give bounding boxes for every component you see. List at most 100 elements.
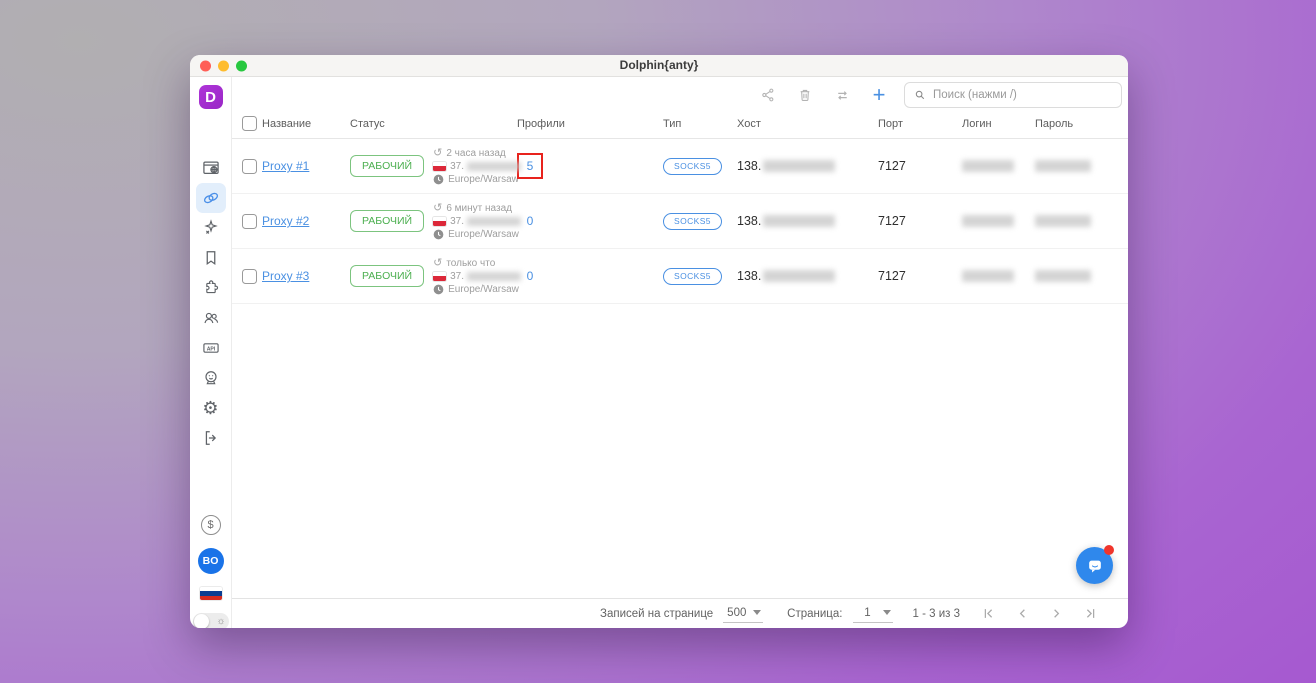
last-page-button[interactable] bbox=[1078, 602, 1102, 626]
timezone-clock-icon bbox=[433, 174, 444, 185]
host-prefix: 138. bbox=[737, 159, 761, 173]
proxy-type-badge: SOCKS5 bbox=[663, 268, 722, 285]
password-blurred bbox=[1035, 160, 1091, 172]
chevron-down-icon bbox=[753, 610, 761, 615]
profiles-count-link[interactable]: 5 bbox=[527, 159, 534, 173]
russia-flag-icon[interactable] bbox=[200, 587, 222, 600]
automation-icon bbox=[201, 218, 221, 238]
row-checkbox[interactable] bbox=[242, 214, 257, 229]
proxy-name-link[interactable]: Proxy #3 bbox=[262, 269, 309, 283]
last-check-time: 2 часа назад bbox=[446, 148, 505, 159]
column-header-host[interactable]: Хост bbox=[737, 118, 878, 130]
theme-toggle[interactable]: ☼ bbox=[193, 613, 229, 628]
ip-blurred bbox=[467, 272, 521, 281]
next-page-button[interactable] bbox=[1044, 602, 1068, 626]
per-page-label: Записей на странице bbox=[600, 608, 713, 620]
theme-toggle-knob bbox=[194, 614, 209, 628]
chat-widget-button[interactable] bbox=[1076, 547, 1113, 584]
sidebar-item-proxies[interactable] bbox=[196, 183, 226, 213]
proxy-type-badge: SOCKS5 bbox=[663, 158, 722, 175]
ip-blurred bbox=[467, 217, 521, 226]
profiles-count-link[interactable]: 0 bbox=[527, 269, 534, 283]
table-row: Proxy #1 РАБОЧИЙ ↺ 2 часа назад 37. Euro… bbox=[232, 139, 1128, 194]
status-badge: РАБОЧИЙ bbox=[350, 155, 424, 177]
table-row: Proxy #3 РАБОЧИЙ ↺ только что 37. Europe… bbox=[232, 249, 1128, 304]
chevron-left-icon bbox=[1015, 606, 1030, 621]
poland-flag-icon bbox=[433, 162, 446, 171]
chevron-down-icon bbox=[883, 610, 891, 615]
per-page-select[interactable]: 500 bbox=[723, 605, 763, 623]
column-header-profiles[interactable]: Профили bbox=[517, 118, 663, 130]
window-title: Dolphin{anty} bbox=[190, 55, 1128, 76]
browser-profiles-icon bbox=[201, 158, 221, 178]
timezone-clock-icon bbox=[433, 284, 444, 295]
share-button[interactable] bbox=[756, 83, 780, 107]
column-header-name[interactable]: Название bbox=[262, 118, 350, 130]
column-header-type[interactable]: Тип bbox=[663, 118, 737, 130]
minimize-window-button[interactable] bbox=[218, 60, 229, 71]
column-header-login[interactable]: Логин bbox=[962, 118, 1035, 130]
sidebar-item-team[interactable] bbox=[196, 303, 226, 333]
history-icon: ↺ bbox=[433, 203, 442, 214]
proxy-name-link[interactable]: Proxy #1 bbox=[262, 159, 309, 173]
port: 7127 bbox=[878, 269, 906, 283]
row-checkbox[interactable] bbox=[242, 159, 257, 174]
port: 7127 bbox=[878, 159, 906, 173]
ip-blurred bbox=[467, 162, 521, 171]
bookmarks-icon bbox=[201, 248, 221, 268]
login-blurred bbox=[962, 270, 1014, 282]
poland-flag-icon bbox=[433, 272, 446, 281]
column-header-status[interactable]: Статус bbox=[350, 118, 517, 130]
search-box[interactable] bbox=[904, 82, 1122, 108]
maximize-window-button[interactable] bbox=[236, 60, 247, 71]
delete-button[interactable] bbox=[793, 83, 817, 107]
team-icon bbox=[201, 308, 221, 328]
select-all-checkbox[interactable] bbox=[242, 116, 257, 131]
sidebar: D bbox=[190, 77, 232, 628]
sidebar-item-logout[interactable] bbox=[196, 423, 226, 453]
notification-dot bbox=[1104, 545, 1114, 555]
proxy-icon bbox=[201, 188, 221, 208]
page-select[interactable]: 1 bbox=[853, 605, 893, 623]
page-label: Страница: bbox=[787, 608, 842, 620]
chat-bubble-icon bbox=[1085, 556, 1105, 576]
sidebar-item-browser-profiles[interactable] bbox=[196, 153, 226, 183]
close-window-button[interactable] bbox=[200, 60, 211, 71]
history-icon: ↺ bbox=[433, 148, 442, 159]
first-page-button[interactable] bbox=[976, 602, 1000, 626]
table-header: Название Статус Профили Тип Хост Порт Ло… bbox=[232, 109, 1128, 139]
avatar[interactable]: BO bbox=[198, 548, 224, 574]
toolbar: + bbox=[232, 77, 1128, 109]
sidebar-item-settings[interactable]: ⚙ bbox=[196, 393, 226, 423]
search-icon bbox=[913, 88, 927, 102]
sidebar-item-automation[interactable] bbox=[196, 213, 226, 243]
add-proxy-button[interactable]: + bbox=[867, 83, 891, 107]
balance-icon[interactable]: $ bbox=[201, 515, 221, 535]
poland-flag-icon bbox=[433, 217, 446, 226]
column-header-port[interactable]: Порт bbox=[878, 118, 962, 130]
share-icon bbox=[760, 87, 776, 103]
transfer-button[interactable] bbox=[830, 83, 854, 107]
last-check-time: 6 минут назад bbox=[446, 203, 512, 214]
sidebar-item-bookmarks[interactable] bbox=[196, 243, 226, 273]
port: 7127 bbox=[878, 214, 906, 228]
search-input[interactable] bbox=[933, 89, 1113, 101]
proxy-name-link[interactable]: Proxy #2 bbox=[262, 214, 309, 228]
row-checkbox[interactable] bbox=[242, 269, 257, 284]
status-badge: РАБОЧИЙ bbox=[350, 265, 424, 287]
transfer-icon bbox=[834, 87, 851, 104]
sidebar-item-api[interactable]: API bbox=[196, 333, 226, 363]
host-blurred bbox=[763, 270, 835, 282]
prev-page-button[interactable] bbox=[1010, 602, 1034, 626]
table-row: Proxy #2 РАБОЧИЙ ↺ 6 минут назад 37. Eur… bbox=[232, 194, 1128, 249]
logout-icon bbox=[201, 428, 221, 448]
sidebar-item-extensions[interactable] bbox=[196, 273, 226, 303]
proxy-type-badge: SOCKS5 bbox=[663, 213, 722, 230]
profiles-count-link[interactable]: 0 bbox=[527, 214, 534, 228]
password-blurred bbox=[1035, 270, 1091, 282]
sidebar-item-support[interactable] bbox=[196, 363, 226, 393]
timezone-clock-icon bbox=[433, 229, 444, 240]
column-header-password[interactable]: Пароль bbox=[1035, 118, 1128, 130]
chevron-right-icon bbox=[1049, 606, 1064, 621]
host-prefix: 138. bbox=[737, 269, 761, 283]
